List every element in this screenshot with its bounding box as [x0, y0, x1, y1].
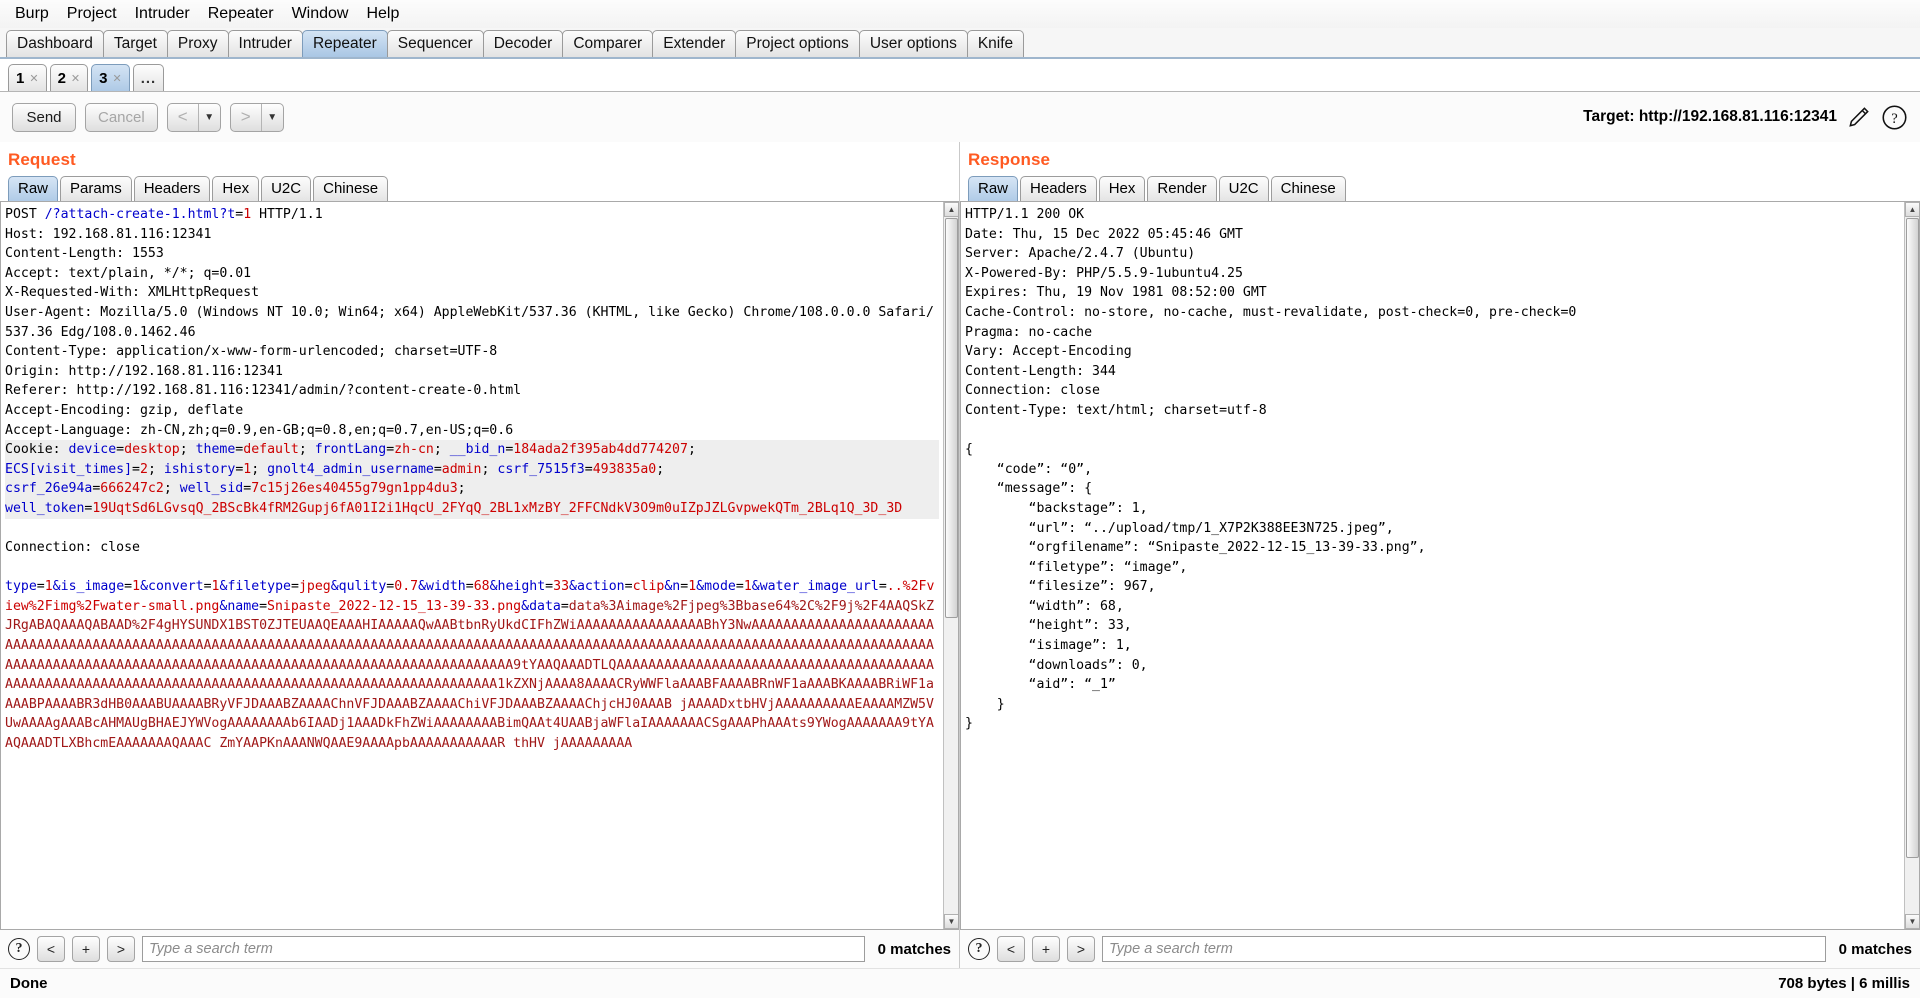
svg-text:?: ? — [1891, 111, 1897, 127]
request-tab-params[interactable]: Params — [60, 176, 132, 201]
tab-dashboard[interactable]: Dashboard — [6, 30, 104, 57]
status-left: Done — [10, 975, 48, 992]
request-tab-bar: Raw Params Headers Hex U2C Chinese — [0, 173, 959, 201]
action-toolbar: Send Cancel < ▼ > ▼ Target: http://192.1… — [0, 92, 1920, 142]
tab-sequencer[interactable]: Sequencer — [386, 30, 484, 57]
request-search-input[interactable]: Type a search term — [142, 936, 865, 962]
response-tab-bar: Raw Headers Hex Render U2C Chinese — [960, 173, 1920, 201]
request-editor[interactable]: POST /?attach-create-1.html?t=1 HTTP/1.1… — [1, 202, 943, 929]
target-label: Target: http://192.168.81.116:12341 — [1583, 108, 1837, 125]
status-right: 708 bytes | 6 millis — [1778, 975, 1910, 992]
request-tab-chinese[interactable]: Chinese — [313, 176, 389, 201]
request-title: Request — [8, 150, 76, 169]
response-tab-headers[interactable]: Headers — [1020, 176, 1097, 201]
scroll-down-icon[interactable]: ▼ — [944, 914, 958, 929]
tab-repeater[interactable]: Repeater — [301, 30, 388, 57]
menu-item-window[interactable]: Window — [283, 3, 358, 25]
repeater-tab-1[interactable]: 1 ✕ — [8, 64, 47, 91]
suite-tab-bar: Dashboard Target Proxy Intruder Repeater… — [0, 28, 1920, 59]
repeater-tab-bar: 1 ✕ 2 ✕ 3 ✕ ... — [0, 59, 1920, 92]
response-tab-hex[interactable]: Hex — [1098, 176, 1146, 201]
response-match-count: 0 matches — [1838, 940, 1912, 958]
scroll-thumb[interactable] — [945, 218, 958, 618]
response-editor[interactable]: HTTP/1.1 200 OK Date: Thu, 15 Dec 2022 0… — [961, 202, 1904, 929]
go-forward-button[interactable]: > ▼ — [229, 102, 284, 132]
search-prev-button[interactable]: < — [997, 936, 1025, 962]
help-icon[interactable]: ? — [1881, 104, 1908, 131]
tab-knife[interactable]: Knife — [966, 30, 1025, 57]
chevron-down-icon[interactable]: ▼ — [197, 103, 220, 131]
repeater-tab-2[interactable]: 2 ✕ — [49, 64, 89, 91]
go-back-button[interactable]: < ▼ — [166, 102, 221, 132]
repeater-tab-1-label: 1 — [16, 69, 25, 87]
search-add-button[interactable]: + — [72, 936, 100, 962]
close-icon[interactable]: ✕ — [29, 72, 38, 85]
response-tab-render[interactable]: Render — [1147, 176, 1217, 201]
request-response-split: Request Raw Params Headers Hex U2C Chine… — [0, 142, 1920, 968]
cancel-button[interactable]: Cancel — [85, 102, 158, 132]
response-editor-wrap: HTTP/1.1 200 OK Date: Thu, 15 Dec 2022 0… — [960, 201, 1920, 930]
close-icon[interactable]: ✕ — [112, 72, 121, 85]
tab-intruder[interactable]: Intruder — [227, 30, 303, 57]
search-prev-button[interactable]: < — [37, 936, 65, 962]
request-scrollbar[interactable]: ▲ ▼ — [943, 202, 958, 929]
repeater-tab-3-label: 3 — [99, 69, 108, 87]
response-panel: Response Raw Headers Hex Render U2C Chin… — [960, 142, 1920, 968]
request-tab-raw[interactable]: Raw — [8, 176, 59, 201]
search-next-button[interactable]: > — [107, 936, 135, 962]
pencil-icon[interactable] — [1846, 104, 1872, 130]
repeater-tab-2-label: 2 — [57, 69, 66, 87]
response-tab-chinese[interactable]: Chinese — [1270, 176, 1346, 201]
search-help-icon[interactable]: ? — [8, 938, 30, 960]
tab-user-options[interactable]: User options — [858, 30, 968, 57]
scroll-up-icon[interactable]: ▲ — [944, 202, 958, 217]
close-icon[interactable]: ✕ — [71, 72, 80, 85]
request-tab-headers[interactable]: Headers — [133, 176, 211, 201]
menu-item-repeater[interactable]: Repeater — [199, 3, 283, 25]
response-search-input[interactable]: Type a search term — [1102, 936, 1826, 962]
send-button[interactable]: Send — [12, 102, 76, 132]
menu-item-intruder[interactable]: Intruder — [126, 3, 199, 25]
menu-bar: Burp Project Intruder Repeater Window He… — [0, 0, 1920, 28]
request-tab-hex[interactable]: Hex — [212, 176, 260, 201]
response-tab-u2c[interactable]: U2C — [1218, 176, 1269, 201]
scroll-down-icon[interactable]: ▼ — [1905, 914, 1919, 929]
tab-project-options[interactable]: Project options — [735, 30, 860, 57]
tab-target[interactable]: Target — [102, 30, 168, 57]
request-panel: Request Raw Params Headers Hex U2C Chine… — [0, 142, 960, 968]
search-next-button[interactable]: > — [1067, 936, 1095, 962]
chevron-right-icon: > — [240, 107, 251, 126]
response-search-bar: ? < + > Type a search term 0 matches — [960, 930, 1920, 968]
repeater-tab-3[interactable]: 3 ✕ — [91, 64, 130, 91]
menu-item-help[interactable]: Help — [357, 3, 408, 25]
menu-item-project[interactable]: Project — [58, 3, 126, 25]
response-scrollbar[interactable]: ▲ ▼ — [1904, 202, 1919, 929]
request-tab-u2c[interactable]: U2C — [261, 176, 312, 201]
tab-proxy[interactable]: Proxy — [166, 30, 229, 57]
request-match-count: 0 matches — [877, 940, 951, 958]
target-area: Target: http://192.168.81.116:12341 ? — [1583, 104, 1908, 131]
chevron-left-icon: < — [177, 107, 188, 126]
search-add-button[interactable]: + — [1032, 936, 1060, 962]
repeater-tab-more[interactable]: ... — [132, 64, 165, 91]
tab-extender[interactable]: Extender — [652, 30, 737, 57]
tab-decoder[interactable]: Decoder — [482, 30, 564, 57]
response-tab-raw[interactable]: Raw — [968, 176, 1019, 201]
request-editor-wrap: POST /?attach-create-1.html?t=1 HTTP/1.1… — [0, 201, 959, 930]
response-title: Response — [968, 150, 1051, 169]
scroll-thumb[interactable] — [1906, 218, 1919, 858]
menu-item-burp[interactable]: Burp — [6, 3, 58, 25]
request-search-bar: ? < + > Type a search term 0 matches — [0, 930, 959, 968]
scroll-up-icon[interactable]: ▲ — [1905, 202, 1919, 217]
tab-comparer[interactable]: Comparer — [562, 30, 654, 57]
status-bar: Done 708 bytes | 6 millis — [0, 968, 1920, 998]
search-help-icon[interactable]: ? — [968, 938, 990, 960]
chevron-down-icon[interactable]: ▼ — [260, 103, 283, 131]
